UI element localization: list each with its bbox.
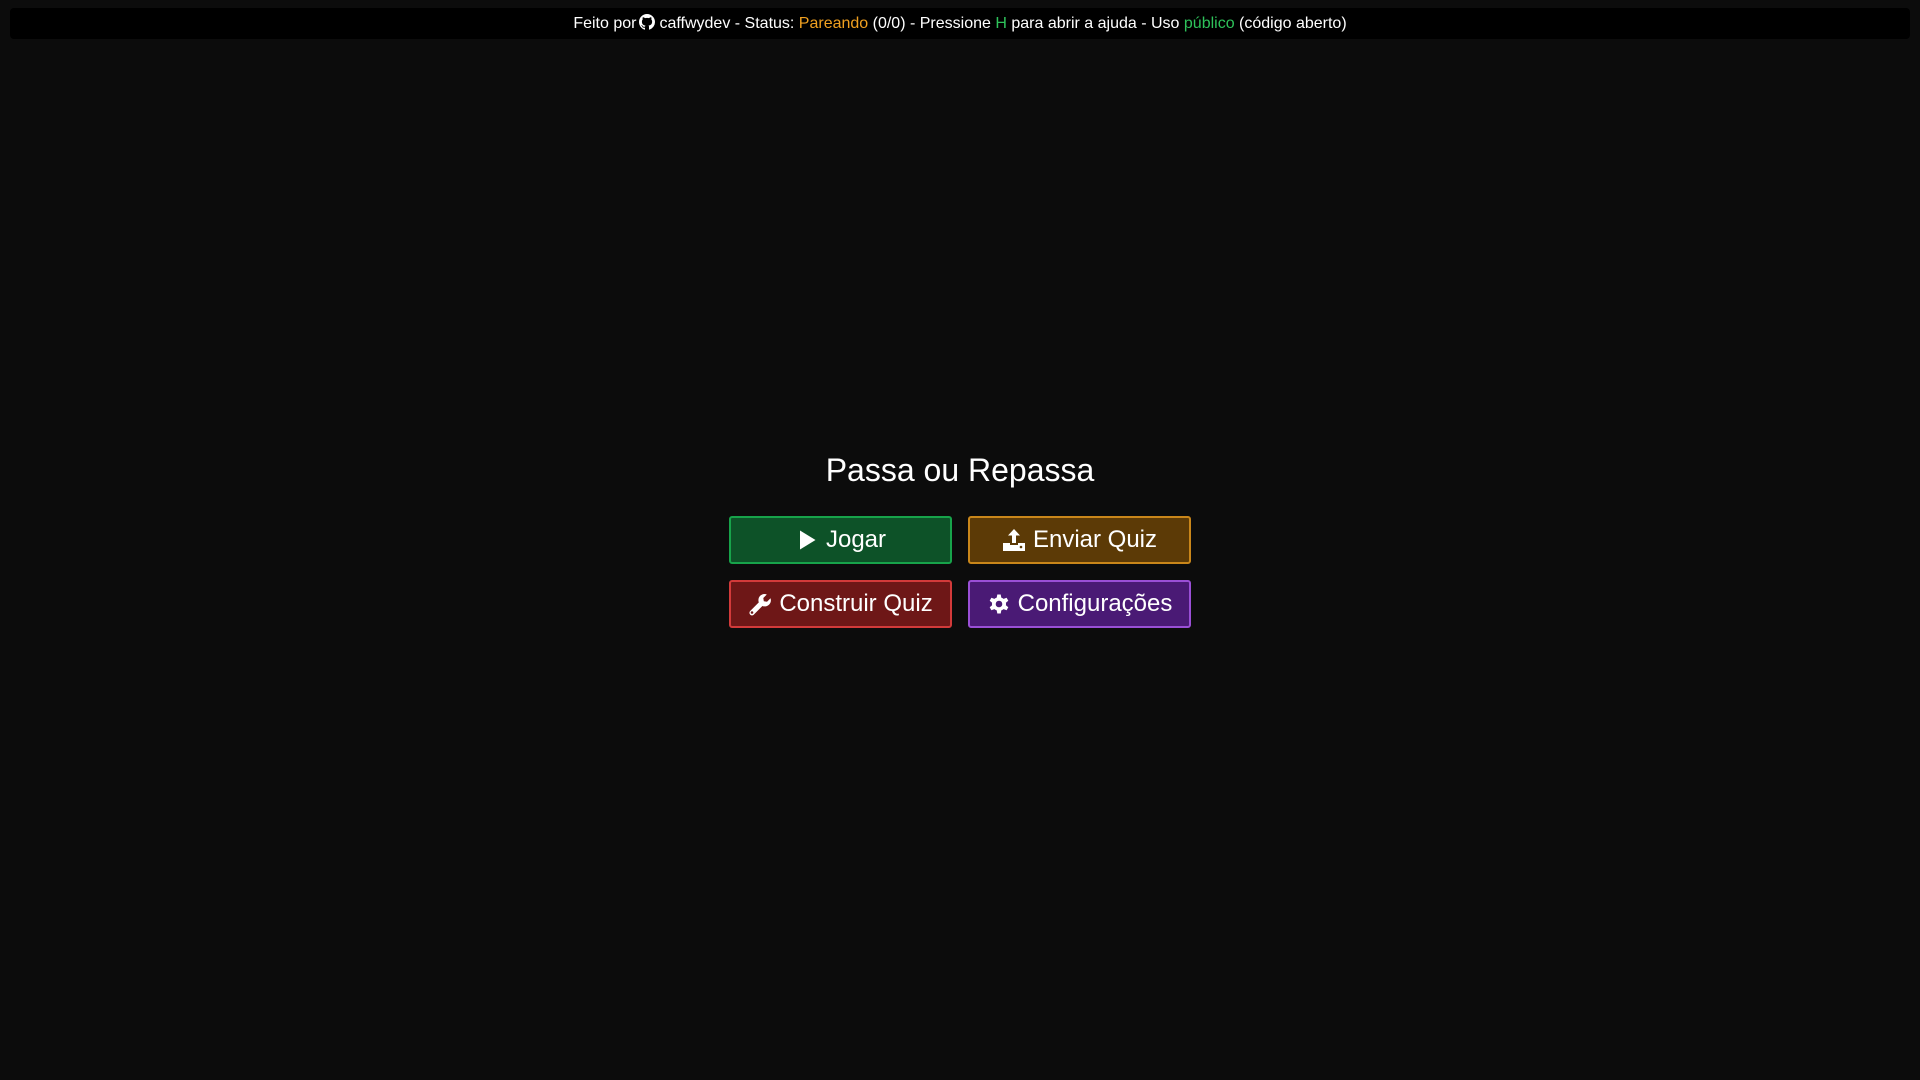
settings-label: Configurações [1017, 590, 1173, 617]
author-name: caffwydev [659, 15, 731, 32]
top-info-bar: Feito por caffwydev - Status: Pareando (… [10, 8, 1910, 39]
status-value: Pareando [798, 14, 869, 32]
gear-icon [989, 594, 1008, 614]
usage-note: (código aberto) [1234, 14, 1347, 32]
upload-quiz-button[interactable]: Enviar Quiz [968, 516, 1191, 564]
page-title: Passa ou Repassa [825, 452, 1095, 488]
play-button-label: Jogar [825, 526, 887, 553]
author-link[interactable]: caffwydev [636, 14, 730, 33]
help-key: H [995, 14, 1007, 32]
usage-value: público [1183, 14, 1235, 32]
github-icon [639, 14, 656, 30]
status-prefix: - Status: [730, 14, 799, 32]
wrench-icon [749, 594, 772, 616]
play-icon [799, 530, 816, 550]
settings-button[interactable]: Configurações [968, 580, 1191, 628]
help-text: para abrir a ajuda - Uso [1006, 14, 1184, 32]
upload-quiz-label: Enviar Quiz [1032, 526, 1158, 553]
play-button[interactable]: Jogar [729, 516, 952, 564]
status-count: (0/0) - Pressione [868, 14, 996, 32]
made-by-label: Feito por [573, 14, 637, 32]
upload-icon [1002, 529, 1025, 551]
build-quiz-label: Construir Quiz [779, 590, 933, 617]
build-quiz-button[interactable]: Construir Quiz [729, 580, 952, 628]
main-menu: Jogar Enviar Quiz Construir Quiz Configu… [729, 516, 1191, 628]
